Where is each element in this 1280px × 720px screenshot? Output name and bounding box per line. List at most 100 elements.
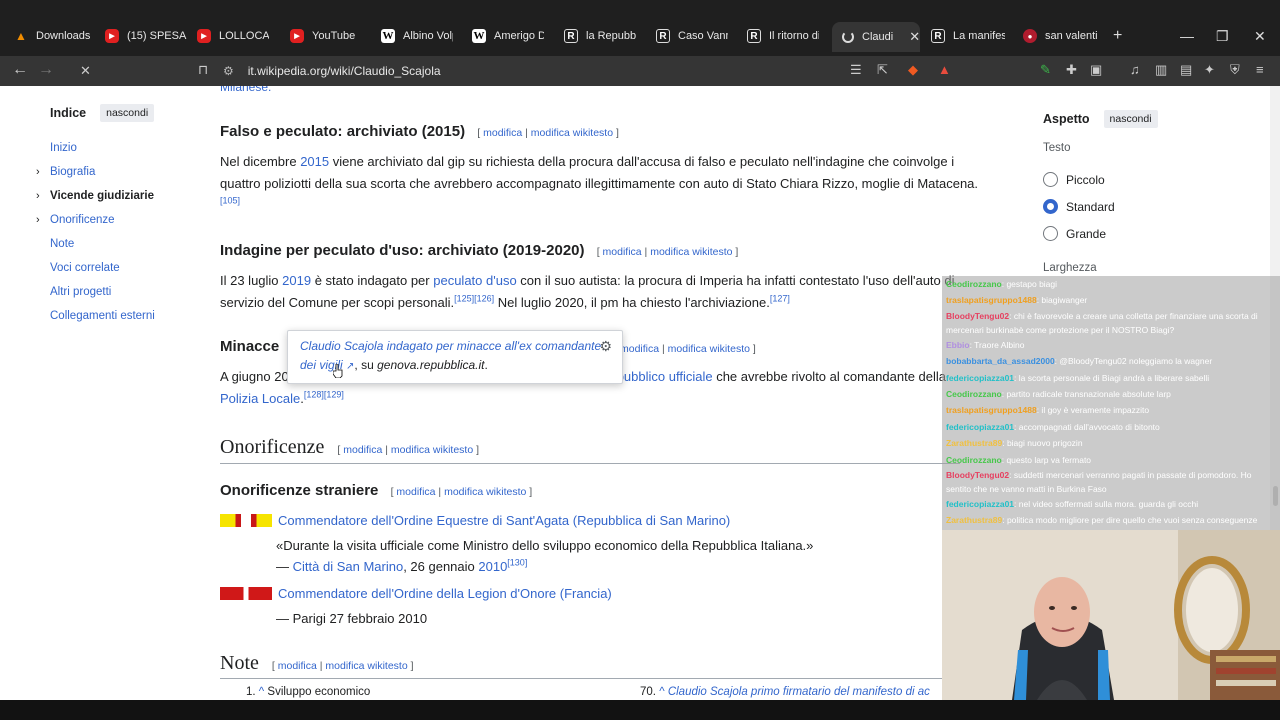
appearance-hide-button[interactable]: nascondi	[1103, 110, 1158, 128]
new-tab-button[interactable]: +	[1113, 27, 1122, 45]
edit-link[interactable]: modifica	[603, 246, 642, 258]
tab-claudio-scajola[interactable]: Claudi ✕	[832, 22, 920, 52]
edit-link[interactable]: modifica	[620, 343, 659, 355]
tab-il-ritorno[interactable]: R Il ritorno di	[747, 25, 819, 47]
close-tab-icon[interactable]: ✕	[909, 29, 920, 45]
share-icon[interactable]: ⇱	[877, 62, 888, 78]
minimize-icon[interactable]: —	[1180, 28, 1194, 44]
chat-username[interactable]: traslapatisgruppo1488	[946, 405, 1037, 415]
edit-source-link[interactable]: modifica wikitesto	[391, 444, 473, 456]
chat-message: bobabbarta_da_assad2000: @BloodyTengu02 …	[946, 353, 1276, 369]
note-backlink[interactable]: ^	[659, 686, 664, 698]
tab-san-valenti[interactable]: ● san valenti	[1023, 25, 1097, 47]
city-link[interactable]: Città di San Marino	[293, 559, 404, 574]
tab-downloads[interactable]: ▲ Downloads	[14, 25, 98, 47]
radio-dot[interactable]	[1043, 172, 1058, 187]
chat-username[interactable]: bobabbarta_da_assad2000	[946, 356, 1055, 366]
chevron-right-icon[interactable]: ›	[36, 190, 40, 202]
toc-item-voci-correlate[interactable]: Voci correlate	[50, 262, 120, 274]
reader-mode-icon[interactable]: ☰	[850, 62, 862, 78]
music-icon[interactable]: ♫	[1130, 62, 1140, 77]
wallet-icon[interactable]: ▤	[1180, 62, 1192, 78]
toc-item-inizio[interactable]: Inizio	[50, 142, 77, 154]
chat-username[interactable]: Ceodirozzano	[946, 455, 1002, 465]
screenshot-icon[interactable]: ▣	[1090, 62, 1102, 78]
chat-username[interactable]: Ceodirozzano	[946, 279, 1002, 289]
edit-source-link[interactable]: modifica wikitesto	[668, 343, 750, 355]
edit-link[interactable]: modifica	[396, 486, 435, 498]
reference[interactable]: [127]	[770, 293, 790, 303]
gear-icon[interactable]: ⚙	[599, 337, 612, 356]
chat-username[interactable]: federicopiazza01	[946, 499, 1014, 509]
reference[interactable]: [125][126]	[454, 293, 494, 303]
chat-username[interactable]: Zarathustra89	[946, 515, 1002, 525]
back-icon[interactable]: ←	[12, 61, 28, 79]
edit-source-link[interactable]: modifica wikitesto	[650, 246, 732, 258]
year-link[interactable]: 2010	[478, 559, 507, 574]
extensions-icon[interactable]: ✚	[1066, 62, 1077, 78]
tab-youtube[interactable]: ▶ YouTube	[290, 25, 360, 47]
edit-link[interactable]: modifica	[483, 127, 522, 139]
text-fragment[interactable]: Milanese.	[220, 86, 271, 94]
sidebar-icon[interactable]: ▥	[1155, 62, 1167, 78]
pen-icon[interactable]: ✎	[1040, 62, 1051, 78]
tab-lollocaus[interactable]: ▶LOLLOCAUS	[197, 25, 269, 47]
toc-item-onorificenze[interactable]: Onorificenze	[50, 214, 115, 226]
chevron-right-icon[interactable]: ›	[36, 166, 40, 178]
menu-icon[interactable]: ≡	[1256, 62, 1264, 77]
edit-link[interactable]: modifica	[343, 444, 382, 456]
chat-username[interactable]: traslapatisgruppo1488	[946, 295, 1037, 305]
chat-username[interactable]: federicopiazza01	[946, 422, 1014, 432]
tab-la-manifest[interactable]: R La manifest	[931, 25, 1005, 47]
note-backlink[interactable]: ^	[259, 686, 264, 698]
forward-icon[interactable]: →	[38, 61, 54, 79]
peculato-link[interactable]: peculato d'uso	[433, 273, 516, 288]
polizia-locale-link[interactable]: Polizia Locale	[220, 391, 300, 406]
toc-item-biografia[interactable]: Biografia	[50, 166, 95, 178]
toc-item-collegamenti[interactable]: Collegamenti esterni	[50, 310, 155, 322]
radio-dot-selected[interactable]	[1043, 199, 1058, 214]
reference[interactable]: [105]	[220, 196, 240, 206]
window-close-icon[interactable]: ✕	[1254, 28, 1266, 45]
bookmark-icon[interactable]: ⊓	[198, 62, 208, 78]
chat-username[interactable]: Zarathustra89	[946, 438, 1002, 448]
leo-icon[interactable]: ✦	[1204, 62, 1215, 78]
year-link[interactable]: 2015	[300, 154, 329, 169]
note-link[interactable]: Claudio Scajola primo firmatario del man…	[668, 686, 930, 698]
honour-link[interactable]: Commendatore dell'Ordine Equestre di San…	[278, 513, 730, 528]
reference[interactable]: [130]	[507, 558, 527, 568]
chat-username[interactable]: Ebbio	[946, 340, 970, 350]
radio-dot[interactable]	[1043, 226, 1058, 241]
tab-amerigo-de[interactable]: WAmerigo De	[472, 25, 544, 47]
maximize-icon[interactable]: ❐	[1216, 28, 1229, 45]
toc-item-altri-progetti[interactable]: Altri progetti	[50, 286, 111, 298]
toc-hide-button[interactable]: nascondi	[100, 104, 155, 122]
toc-item-vicende[interactable]: Vicende giudiziarie	[50, 190, 154, 202]
tab-spesa[interactable]: ▶ (15) SPESA	[105, 25, 187, 47]
radio-standard[interactable]: Standard	[1043, 199, 1115, 214]
tab-la-repubblica[interactable]: Rla Repubbli	[564, 25, 636, 47]
honour-link[interactable]: Commendatore dell'Ordine della Legion d'…	[278, 586, 612, 601]
radio-piccolo[interactable]: Piccolo	[1043, 172, 1105, 187]
brave-rewards-icon[interactable]: ▲	[938, 62, 951, 77]
chat-username[interactable]: Ceodirozzano	[946, 389, 1002, 399]
toc-item-note[interactable]: Note	[50, 238, 74, 250]
tab-albino-volp[interactable]: W Albino Volp	[381, 25, 453, 47]
stop-loading-icon[interactable]: ✕	[80, 63, 91, 79]
pubblico-ufficiale-link[interactable]: pubblico ufficiale	[617, 369, 713, 384]
vpn-icon[interactable]: ⛨	[1230, 62, 1240, 78]
site-settings-icon[interactable]: ⚙	[223, 64, 234, 78]
edit-source-link[interactable]: modifica wikitesto	[444, 486, 526, 498]
brave-shields-icon[interactable]: ◆	[908, 62, 918, 78]
chat-username[interactable]: BloodyTengu02	[946, 311, 1009, 321]
reference[interactable]: [128][129]	[304, 389, 344, 399]
tab-caso-vanna[interactable]: RCaso Vanna	[656, 25, 728, 47]
edit-source-link[interactable]: modifica wikitesto	[531, 127, 613, 139]
radio-grande[interactable]: Grande	[1043, 226, 1106, 241]
chat-username[interactable]: federicopiazza01	[946, 373, 1014, 383]
year-link[interactable]: 2019	[282, 273, 311, 288]
chat-username[interactable]: BloodyTengu02	[946, 470, 1009, 480]
chevron-right-icon[interactable]: ›	[36, 214, 40, 226]
edit-link[interactable]: modifica	[278, 660, 317, 672]
edit-source-link[interactable]: modifica wikitesto	[325, 660, 407, 672]
